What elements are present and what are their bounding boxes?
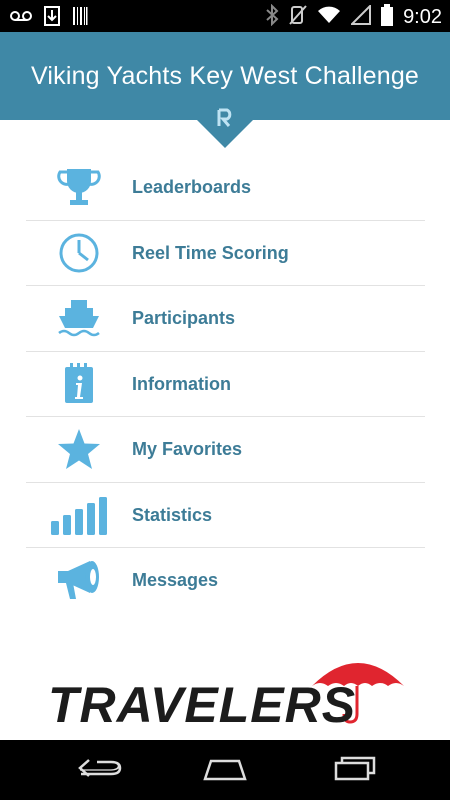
back-icon <box>77 756 123 785</box>
bar-chart-icon <box>51 495 107 535</box>
menu-item-participants[interactable]: Participants <box>26 286 425 352</box>
status-bar: 9:02 <box>0 0 450 32</box>
megaphone-icon <box>51 560 107 600</box>
bluetooth-icon <box>265 3 279 31</box>
trophy-icon <box>51 167 107 207</box>
signal-icon <box>349 3 372 30</box>
home-button[interactable] <box>195 754 255 786</box>
sponsor-name: TRAVELERS <box>48 677 357 733</box>
sponsor-logo[interactable]: TRAVELERS <box>40 648 420 733</box>
system-nav-bar <box>0 740 450 800</box>
menu-label: Leaderboards <box>132 177 252 197</box>
barcode-icon <box>72 6 88 31</box>
menu-label: My Favorites <box>132 439 243 459</box>
menu-item-messages[interactable]: Messages <box>26 548 425 613</box>
mute-icon <box>289 4 307 31</box>
app-header: Viking Yachts Key West Challenge <box>0 32 450 120</box>
voicemail-icon <box>10 9 32 28</box>
menu-label: Participants <box>132 308 236 328</box>
battery-icon <box>381 4 394 31</box>
boat-icon <box>51 298 107 338</box>
menu-item-information[interactable]: Information <box>26 352 425 417</box>
star-icon <box>51 429 107 469</box>
menu-item-reel-time-scoring[interactable]: Reel Time Scoring <box>26 221 425 286</box>
wifi-icon <box>317 5 341 30</box>
main-menu: Leaderboards Reel Time Scoring Participa… <box>26 155 425 613</box>
recent-apps-button[interactable] <box>325 754 385 786</box>
info-icon <box>51 362 107 404</box>
download-icon <box>44 6 60 31</box>
menu-item-my-favorites[interactable]: My Favorites <box>26 417 425 483</box>
clock-icon <box>51 233 107 273</box>
recent-apps-icon <box>332 755 378 786</box>
menu-item-leaderboards[interactable]: Leaderboards <box>26 155 425 221</box>
menu-item-statistics[interactable]: Statistics <box>26 483 425 548</box>
menu-label: Information <box>132 373 231 394</box>
menu-label: Messages <box>132 570 219 590</box>
app-logo-icon <box>216 108 234 128</box>
status-time: 9:02 <box>403 6 442 28</box>
page-title: Viking Yachts Key West Challenge <box>30 62 420 90</box>
menu-label: Statistics <box>132 504 213 525</box>
menu-label: Reel Time Scoring <box>132 242 289 263</box>
home-icon <box>201 755 249 786</box>
back-button[interactable] <box>70 754 130 786</box>
